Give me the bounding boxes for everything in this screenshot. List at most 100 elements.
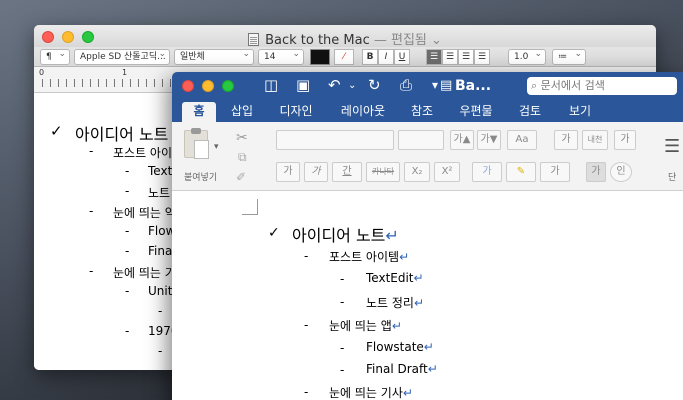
word-title: Ba...	[455, 78, 492, 94]
align-right-button[interactable]: ☰	[458, 49, 474, 65]
bold-button[interactable]: B	[362, 49, 378, 65]
paragraph-icon[interactable]: ☰	[664, 136, 680, 157]
font-family-select[interactable]: Apple SD 산돌고딕...	[74, 49, 170, 65]
textedit-titlebar[interactable]: Back to the Mac — 편집됨 ⌄	[34, 25, 656, 48]
ribbon-tabs: 홈 삽입 디자인 레이아웃 참조 우편물 검토 보기	[172, 100, 683, 122]
ruler-label-1: 1	[122, 68, 128, 77]
paragraph-style-select[interactable]: ¶	[40, 49, 70, 65]
format-painter-icon[interactable]: ✐	[236, 170, 246, 184]
tab-references[interactable]: 참조	[404, 102, 440, 122]
font-size-select[interactable]	[398, 130, 444, 150]
customize-toolbar-icon[interactable]: ▾	[432, 78, 438, 92]
line-text: 포스트 아이템↵	[329, 248, 409, 265]
print-icon[interactable]: ⎙	[400, 76, 412, 94]
word-window[interactable]: ◫ ▣ ↶ ⌄ ↻ ⎙ ▾ ▤ Ba... ⌕ 문서에서 검색 홈 삽입 디자인…	[172, 72, 683, 400]
search-icon: ⌕	[531, 79, 538, 92]
line-text: 눈에 띄는 앱↵	[329, 317, 402, 334]
dash-bullet: -	[125, 244, 130, 258]
line-label: 아이디어 노트	[292, 226, 386, 245]
dash-bullet: -	[340, 295, 345, 309]
shrink-font-button[interactable]: 가▼	[477, 130, 501, 150]
font-style-select[interactable]: 일반체	[174, 49, 254, 65]
dash-bullet: -	[304, 385, 309, 399]
font-family-select[interactable]	[276, 130, 394, 150]
zoom-button[interactable]	[222, 80, 234, 92]
paste-label[interactable]: 붙여넣기	[184, 170, 217, 183]
word-document-icon: ▤	[440, 78, 453, 93]
word-titlebar[interactable]: ◫ ▣ ↶ ⌄ ↻ ⎙ ▾ ▤ Ba... ⌕ 문서에서 검색	[172, 72, 683, 100]
tab-mailings[interactable]: 우편물	[452, 102, 500, 122]
paste-icon[interactable]	[184, 128, 209, 159]
home-ribbon: ▾ 붙여넣기 ✂ ⧉ ✐ 가▲ 가▼ Aa 가 내천 가 가 가 간 카나타 X…	[172, 122, 683, 191]
cut-icon[interactable]: ✂	[236, 130, 248, 146]
paragraph-mark-icon: ↵	[385, 226, 399, 245]
line-text: 아이디어 노트↵	[292, 222, 399, 246]
chevron-down-icon[interactable]: ▾	[214, 142, 219, 152]
font-size-select[interactable]: 14	[258, 49, 304, 65]
change-case-button[interactable]: Aa	[507, 130, 537, 150]
redo-icon[interactable]: ↻	[368, 76, 381, 94]
highlight-button[interactable]: ✎	[506, 162, 536, 182]
dash-bullet: -	[125, 284, 130, 298]
character-border-button[interactable]: 가	[614, 130, 636, 150]
justify-button[interactable]: ☰	[474, 49, 490, 65]
character-shading-button[interactable]: 가	[586, 162, 606, 182]
undo-dropdown-icon[interactable]: ⌄	[348, 80, 356, 91]
italic-button[interactable]: I	[378, 49, 394, 65]
save-icon[interactable]: ▣	[296, 76, 310, 94]
paragraph-mark-icon: ↵	[427, 362, 438, 376]
dash-bullet: -	[340, 363, 345, 377]
word-document[interactable]: ✓ 아이디어 노트↵ - 포스트 아이템↵ - TextEdit↵ - 노트 정…	[172, 191, 683, 400]
edited-status: 편집됨	[391, 33, 427, 48]
align-center-button[interactable]: ☰	[442, 49, 458, 65]
subscript-button[interactable]: X₂	[404, 162, 430, 182]
tab-layout[interactable]: 레이아웃	[334, 102, 392, 122]
dash-bullet: -	[125, 224, 130, 238]
line-text: TextEdit↵	[366, 271, 424, 285]
dash-bullet: -	[158, 344, 163, 358]
bold-button[interactable]: 가	[276, 162, 300, 182]
tab-view[interactable]: 보기	[562, 102, 598, 122]
underline-button[interactable]: U	[394, 49, 410, 65]
copy-icon[interactable]: ⧉	[238, 150, 247, 165]
enclose-characters-button[interactable]: 인	[610, 162, 632, 182]
paragraph-group-label[interactable]: 단	[668, 170, 676, 183]
tab-design[interactable]: 디자인	[272, 102, 320, 122]
highlight-color-swatch[interactable]: ⁄	[334, 49, 354, 65]
dash-bullet: -	[125, 184, 130, 198]
title-text: Back to the Mac	[265, 33, 370, 48]
dash-bullet: -	[89, 144, 94, 158]
chevron-down-icon[interactable]: ⌄	[427, 33, 442, 48]
list-style-select[interactable]: ≔	[552, 49, 586, 65]
text-color-swatch[interactable]	[310, 49, 330, 65]
superscript-button[interactable]: X²	[434, 162, 460, 182]
line-spacing-select[interactable]: 1.0	[508, 49, 546, 65]
check-bullet: ✓	[268, 225, 280, 241]
margin-crop-mark	[242, 199, 258, 215]
search-input[interactable]: ⌕ 문서에서 검색	[527, 77, 677, 95]
align-left-button[interactable]: ☰	[426, 49, 442, 65]
line-label: 노트 정리	[366, 296, 414, 310]
line-text: 눈에 띄는 기	[113, 266, 176, 280]
phonetic-guide-button[interactable]: 내천	[582, 130, 608, 150]
dash-bullet: -	[340, 341, 345, 355]
font-color-button[interactable]: 가	[540, 162, 570, 182]
close-button[interactable]	[182, 80, 194, 92]
window-title: Back to the Mac — 편집됨 ⌄	[34, 29, 656, 48]
clear-formatting-button[interactable]: 가	[554, 130, 578, 150]
tab-home[interactable]: 홈	[182, 102, 216, 122]
line-label: 눈에 띄는 앱	[329, 319, 392, 333]
text-effects-button[interactable]: 가	[472, 162, 502, 182]
underline-button[interactable]: 간	[332, 162, 362, 182]
strikethrough-button[interactable]: 카나타	[366, 162, 400, 182]
tab-review[interactable]: 검토	[512, 102, 548, 122]
tab-insert[interactable]: 삽입	[224, 102, 260, 122]
dash-bullet: -	[340, 272, 345, 286]
sidebar-icon[interactable]: ◫	[264, 76, 278, 94]
italic-button[interactable]: 가	[304, 162, 328, 182]
undo-icon[interactable]: ↶	[328, 76, 341, 94]
dash-bullet: -	[125, 324, 130, 338]
grow-font-button[interactable]: 가▲	[450, 130, 474, 150]
line-text: Fina	[148, 244, 173, 258]
minimize-button[interactable]	[202, 80, 214, 92]
